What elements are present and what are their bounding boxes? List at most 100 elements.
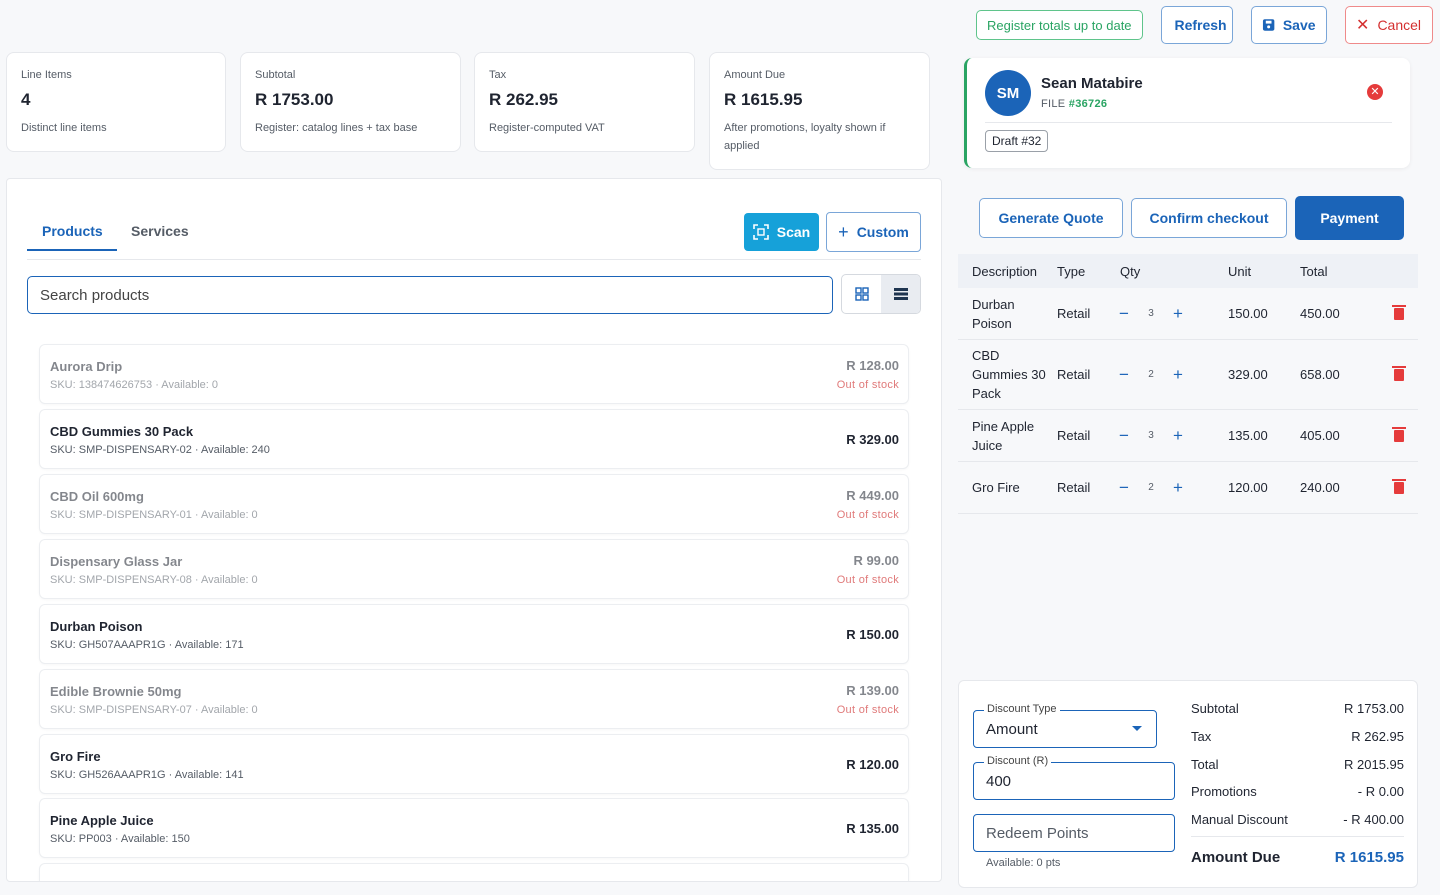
product-item[interactable]: CBD Oil 600mg SKU: SMP-DISPENSARY-01 · A… bbox=[39, 474, 909, 534]
product-name: CBD Oil 600mg bbox=[50, 489, 144, 504]
amount-due-value: R 1615.95 bbox=[1334, 849, 1404, 866]
kpi-label: Amount Due bbox=[724, 69, 786, 81]
scan-icon bbox=[752, 224, 769, 240]
product-sku: SKU: SMP-DISPENSARY-08 · Available: 0 bbox=[50, 574, 258, 586]
customer-name: Sean Matabire bbox=[1041, 75, 1143, 92]
delete-line-button[interactable] bbox=[1380, 365, 1418, 381]
top-action-bar: Register totals up to date Refresh Save … bbox=[976, 6, 1433, 44]
grid-view-button[interactable] bbox=[842, 275, 881, 313]
delete-line-button[interactable] bbox=[1380, 304, 1418, 320]
close-icon: ✕ bbox=[1356, 17, 1370, 34]
product-name: Pine Apple Juice bbox=[50, 813, 154, 828]
delete-line-button[interactable] bbox=[1380, 426, 1418, 442]
decrease-qty-button[interactable]: − bbox=[1112, 365, 1136, 385]
product-item[interactable]: Pine Apple Juice SKU: PP003 · Available:… bbox=[39, 798, 909, 858]
qty-value: 3 bbox=[1148, 430, 1154, 441]
kpi-label: Subtotal bbox=[255, 69, 296, 81]
register-totals-button[interactable]: Register totals up to date bbox=[976, 10, 1143, 40]
discount-amount-input[interactable]: Discount (R) 400 bbox=[973, 755, 1175, 800]
cart-description: Durban Poison bbox=[972, 296, 1015, 331]
register-totals-label: Register totals up to date bbox=[987, 17, 1132, 33]
out-of-stock-badge: Out of stock bbox=[836, 704, 899, 716]
product-item[interactable]: CBD Gummies 30 Pack SKU: SMP-DISPENSARY-… bbox=[39, 409, 909, 469]
product-item[interactable] bbox=[39, 863, 909, 881]
products-panel: Products Services Scan + Custom Search p… bbox=[6, 178, 942, 882]
subtotal-value: R 1753.00 bbox=[1344, 701, 1404, 716]
kpi-value: 4 bbox=[21, 90, 31, 109]
trash-icon bbox=[1392, 478, 1406, 494]
remove-customer-icon[interactable]: ✕ bbox=[1367, 84, 1383, 100]
cart-row: CBD Gummies 30 Pack Retail − 2 + 329.00 … bbox=[958, 340, 1418, 410]
list-icon bbox=[893, 288, 908, 300]
save-icon bbox=[1262, 19, 1274, 31]
product-item[interactable]: Dispensary Glass Jar SKU: SMP-DISPENSARY… bbox=[39, 539, 909, 599]
increase-qty-button[interactable]: + bbox=[1166, 365, 1190, 385]
col-qty-label: Qty bbox=[1120, 263, 1141, 279]
out-of-stock-badge: Out of stock bbox=[836, 574, 899, 586]
decrease-qty-button[interactable]: − bbox=[1112, 304, 1136, 324]
decrease-qty-button[interactable]: − bbox=[1112, 478, 1136, 498]
tab-products[interactable]: Products bbox=[42, 223, 103, 239]
kpi-tax: Tax R 262.95 Register-computed VAT bbox=[474, 52, 695, 152]
delete-line-button[interactable] bbox=[1380, 478, 1418, 494]
redeem-points-button[interactable]: Redeem Points bbox=[973, 814, 1175, 852]
discount-type-label: Discount Type bbox=[984, 703, 1060, 715]
total-label: Total bbox=[1191, 757, 1219, 772]
custom-item-button[interactable]: + Custom bbox=[826, 212, 921, 252]
trash-icon bbox=[1392, 365, 1406, 381]
divider bbox=[985, 122, 1392, 123]
discount-type-select[interactable]: Discount Type Amount bbox=[973, 703, 1157, 748]
kpi-value: R 1753.00 bbox=[255, 90, 334, 109]
divider bbox=[1191, 836, 1404, 837]
product-item[interactable]: Gro Fire SKU: GH526AAAPR1G · Available: … bbox=[39, 734, 909, 794]
increase-qty-button[interactable]: + bbox=[1166, 426, 1190, 446]
kpi-line-items: Line Items 4 Distinct line items bbox=[6, 52, 226, 152]
decrease-qty-button[interactable]: − bbox=[1112, 426, 1136, 446]
product-item[interactable]: Durban Poison SKU: GH507AAAPR1G · Availa… bbox=[39, 604, 909, 664]
tab-services[interactable]: Services bbox=[131, 223, 189, 239]
search-placeholder: Search products bbox=[40, 286, 150, 304]
promotions-label: Promotions bbox=[1191, 784, 1257, 799]
payment-button[interactable]: Payment bbox=[1295, 196, 1404, 240]
active-tab-indicator bbox=[27, 249, 117, 251]
amount-due-label: Amount Due bbox=[1191, 849, 1281, 866]
avatar: SM bbox=[985, 70, 1031, 116]
manual-discount-value: - R 400.00 bbox=[1343, 812, 1404, 827]
product-price: R 128.00 bbox=[846, 358, 899, 373]
increase-qty-button[interactable]: + bbox=[1166, 478, 1190, 498]
product-item[interactable]: Aurora Drip SKU: 138474626753 · Availabl… bbox=[39, 344, 909, 404]
cart-row: Durban Poison Retail − 3 + 150.00 450.00 bbox=[958, 288, 1418, 340]
file-label: FILE bbox=[1041, 98, 1066, 110]
product-price: R 139.00 bbox=[846, 683, 899, 698]
scan-button[interactable]: Scan bbox=[744, 213, 819, 251]
list-view-button[interactable] bbox=[881, 275, 920, 313]
product-name: Edible Brownie 50mg bbox=[50, 684, 182, 699]
out-of-stock-badge: Out of stock bbox=[836, 379, 899, 391]
cart-description: Gro Fire bbox=[972, 480, 1020, 495]
search-input[interactable]: Search products bbox=[27, 276, 833, 314]
customer-file: FILE #36726 bbox=[1041, 98, 1107, 110]
trash-icon bbox=[1392, 304, 1406, 320]
refresh-label: Refresh bbox=[1174, 17, 1227, 33]
refresh-button[interactable]: Refresh bbox=[1160, 6, 1233, 44]
generate-quote-label: Generate Quote bbox=[998, 210, 1104, 226]
draft-badge: Draft #32 bbox=[985, 130, 1049, 152]
cancel-button[interactable]: ✕ Cancel bbox=[1344, 6, 1433, 44]
col-type: Type bbox=[1057, 263, 1086, 279]
generate-quote-button[interactable]: Generate Quote bbox=[979, 198, 1123, 238]
save-button[interactable]: Save bbox=[1250, 6, 1327, 44]
col-description: Description bbox=[972, 263, 1038, 279]
cart-description: CBD Gummies 30 Pack bbox=[972, 348, 1046, 401]
confirm-checkout-button[interactable]: Confirm checkout bbox=[1131, 198, 1287, 238]
qty-stepper: − 3 + bbox=[1112, 426, 1228, 446]
product-sku: SKU: PP003 · Available: 150 bbox=[50, 833, 190, 845]
plus-icon: + bbox=[838, 221, 849, 242]
scan-label: Scan bbox=[776, 224, 811, 240]
cart-description: Pine Apple Juice bbox=[972, 418, 1035, 453]
increase-qty-button[interactable]: + bbox=[1166, 304, 1190, 324]
kpi-amount-due: Amount Due R 1615.95 After promotions, l… bbox=[709, 52, 930, 170]
product-item[interactable]: Edible Brownie 50mg SKU: SMP-DISPENSARY-… bbox=[39, 669, 909, 729]
kpi-value: R 1615.95 bbox=[724, 90, 803, 109]
product-sku: SKU: GH526AAAPR1G · Available: 141 bbox=[50, 769, 244, 781]
cart-type: Retail bbox=[1057, 367, 1091, 382]
